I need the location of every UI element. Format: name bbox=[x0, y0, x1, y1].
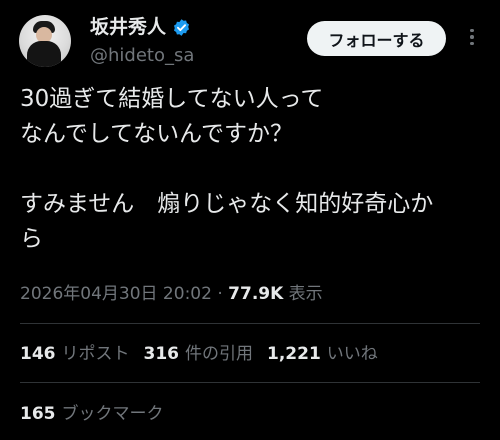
user-handle[interactable]: @hideto_sa bbox=[90, 45, 194, 67]
views-count: 77.9K bbox=[228, 284, 284, 304]
avatar-body bbox=[27, 41, 61, 67]
display-name[interactable]: 坂井秀人 bbox=[90, 16, 166, 38]
reposts-count: 146 bbox=[20, 344, 56, 364]
bookmarks-row: 165 ブックマーク bbox=[20, 402, 164, 426]
likes-label: いいね bbox=[326, 344, 378, 364]
tweet-text: 30過ぎて結婚してない人って なんでしてないんですか？ すみません 煽りじゃなく… bbox=[20, 86, 434, 252]
timestamp[interactable]: 2026年04月30日 20:02 bbox=[20, 284, 212, 304]
likes-stat[interactable]: 1,221 いいね bbox=[267, 342, 378, 366]
bookmarks-count: 165 bbox=[20, 404, 56, 424]
dot bbox=[470, 28, 474, 33]
reposts-label: リポスト bbox=[61, 344, 130, 364]
bookmarks-stat[interactable]: 165 ブックマーク bbox=[20, 402, 164, 426]
tweet-card: 坂井秀人 @hideto_sa フォローする 30過ぎて結婚してない人って なん… bbox=[0, 0, 500, 440]
quotes-label: 件の引用 bbox=[185, 344, 253, 364]
bookmarks-label: ブックマーク bbox=[61, 404, 164, 424]
follow-button[interactable]: フォローする bbox=[307, 21, 446, 56]
name-row: 坂井秀人 bbox=[90, 16, 191, 38]
engagement-stats: 146 リポスト 316 件の引用 1,221 いいね bbox=[20, 342, 378, 366]
quotes-stat[interactable]: 316 件の引用 bbox=[144, 342, 254, 366]
divider bbox=[20, 382, 480, 383]
dot bbox=[470, 41, 474, 46]
quotes-count: 316 bbox=[143, 344, 180, 364]
more-dots-icon[interactable] bbox=[462, 27, 482, 47]
likes-count: 1,221 bbox=[267, 344, 321, 364]
dot bbox=[470, 35, 474, 39]
meta-separator: · bbox=[211, 284, 229, 304]
views-label: 表示 bbox=[283, 284, 323, 304]
divider bbox=[20, 323, 480, 324]
user-avatar[interactable] bbox=[19, 15, 71, 67]
tweet-meta: 2026年04月30日 20:02 · 77.9K 表示 bbox=[20, 282, 323, 306]
verified-badge-icon bbox=[172, 18, 191, 37]
reposts-stat[interactable]: 146 リポスト bbox=[20, 342, 130, 366]
